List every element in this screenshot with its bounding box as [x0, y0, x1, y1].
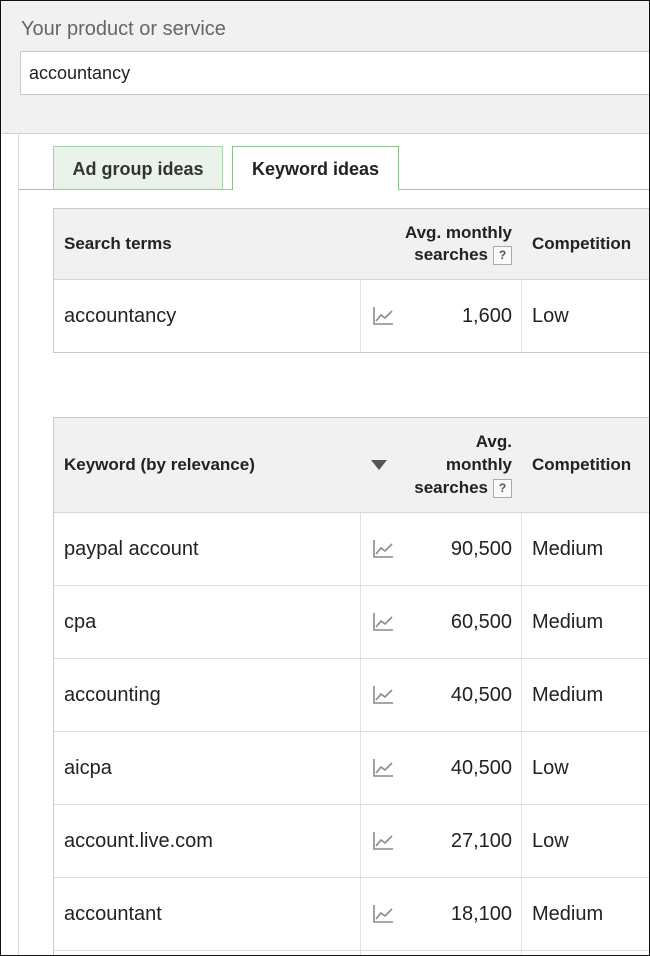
table-row: accounting 40,500 Medium: [54, 659, 649, 732]
product-section: Your product or service: [1, 1, 649, 134]
column-divider: [521, 805, 522, 877]
searches-cell: 40,500: [450, 757, 512, 779]
line-chart-icon[interactable]: [372, 758, 394, 778]
keyword-cell: cpa: [64, 611, 97, 633]
line-chart-icon[interactable]: [372, 539, 394, 559]
keyword-cell: accounting: [64, 684, 161, 706]
keyword-cell: aicpa: [64, 757, 112, 779]
searches-cell: 40,500: [450, 684, 512, 706]
searches-cell: 27,100: [450, 830, 512, 852]
keyword-cell: accountant: [64, 903, 162, 925]
competition-cell: Medium: [532, 538, 604, 560]
column-divider: [521, 513, 522, 585]
table-row: account.live.com 27,100 Low: [54, 805, 649, 878]
line-chart-icon[interactable]: [372, 831, 394, 851]
column-divider: [521, 280, 522, 352]
column-divider: [360, 878, 361, 950]
table-row: cpa 60,500 Medium: [54, 586, 649, 659]
header-avg-monthly[interactable]: Avg. monthly: [384, 223, 512, 243]
header-competition[interactable]: Competition: [532, 234, 631, 254]
product-input[interactable]: [20, 51, 649, 95]
searches-cell: 1,600: [461, 305, 512, 327]
keyword-planner-window: Your product or service Ad group ideas K…: [0, 0, 650, 956]
column-divider: [360, 280, 361, 352]
competition-cell: Low: [532, 757, 569, 779]
line-chart-icon[interactable]: [372, 306, 394, 326]
searches-cell: 90,500: [450, 538, 512, 560]
search-terms-header: Search terms Avg. monthly searches? Comp…: [54, 209, 649, 280]
competition-cell: Low: [532, 305, 569, 327]
tab-ad-group-ideas[interactable]: Ad group ideas: [53, 146, 223, 189]
line-chart-icon[interactable]: [372, 685, 394, 705]
column-divider: [360, 659, 361, 731]
search-terms-table: Search terms Avg. monthly searches? Comp…: [53, 208, 649, 353]
table-row-partial: [54, 951, 649, 955]
keyword-ideas-table: Keyword (by relevance) Avg. monthly sear…: [53, 417, 649, 955]
column-divider: [360, 732, 361, 804]
line-chart-icon[interactable]: [372, 612, 394, 632]
table-row: paypal account 90,500 Medium: [54, 513, 649, 586]
column-divider: [521, 951, 522, 955]
header-avg[interactable]: Avg.: [384, 432, 512, 452]
competition-cell: Medium: [532, 903, 604, 925]
tab-keyword-ideas[interactable]: Keyword ideas: [232, 146, 399, 190]
header-avg-searches-label: searches: [414, 245, 488, 264]
help-icon[interactable]: ?: [493, 479, 512, 499]
line-chart-icon[interactable]: [372, 904, 394, 924]
header-avg-searches-label: searches: [414, 478, 488, 497]
competition-cell: Low: [532, 830, 569, 852]
searches-cell: 60,500: [450, 611, 512, 633]
column-divider: [521, 732, 522, 804]
table-row: aicpa 40,500 Low: [54, 732, 649, 805]
competition-cell: Medium: [532, 684, 604, 706]
keyword-ideas-header: Keyword (by relevance) Avg. monthly sear…: [54, 418, 649, 513]
header-competition[interactable]: Competition: [532, 455, 631, 475]
column-divider: [521, 878, 522, 950]
keyword-cell: accountancy: [64, 305, 177, 327]
product-label: Your product or service: [21, 18, 226, 40]
column-divider: [360, 513, 361, 585]
column-divider: [360, 805, 361, 877]
header-monthly: monthly: [445, 455, 512, 474]
keyword-cell: paypal account: [64, 538, 199, 560]
keyword-cell: account.live.com: [64, 830, 213, 852]
column-divider: [521, 659, 522, 731]
header-avg-searches: searches?: [384, 478, 512, 499]
header-keyword-relevance[interactable]: Keyword (by relevance): [64, 455, 255, 475]
table-row: accountancy 1,600 Low: [54, 280, 649, 352]
column-divider: [360, 951, 361, 955]
competition-cell: Medium: [532, 611, 604, 633]
header-search-terms[interactable]: Search terms: [64, 234, 172, 254]
help-icon[interactable]: ?: [493, 246, 512, 266]
table-row: accountant 18,100 Medium: [54, 878, 649, 951]
searches-cell: 18,100: [450, 903, 512, 925]
header-avg-searches: searches?: [384, 245, 512, 266]
column-divider: [521, 586, 522, 658]
left-divider: [18, 133, 19, 955]
column-divider: [360, 586, 361, 658]
